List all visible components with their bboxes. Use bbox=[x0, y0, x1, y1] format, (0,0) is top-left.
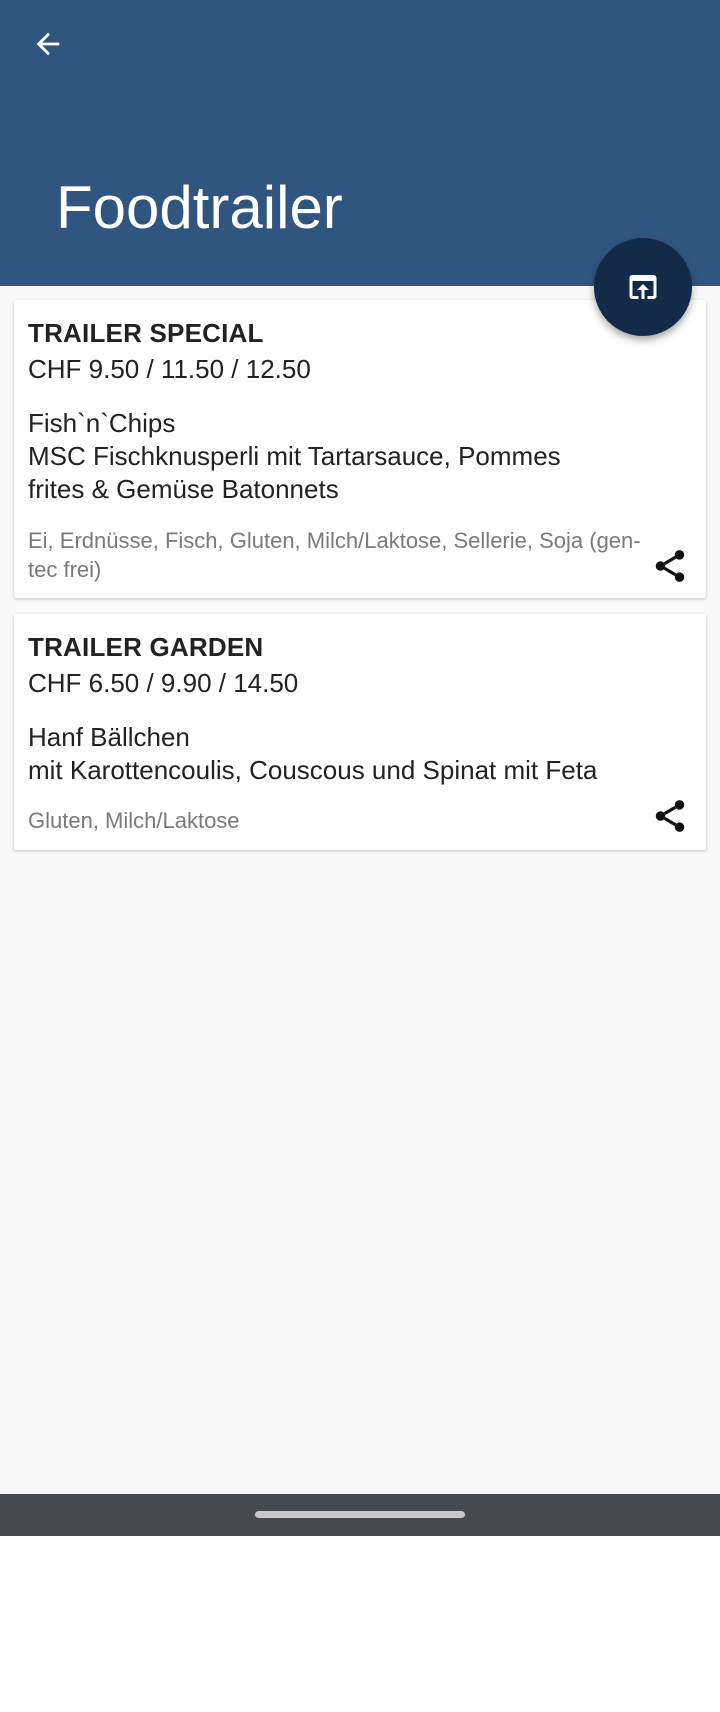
app-content: Foodtrailer TRAILER SPECIAL CHF 9.50 / 1… bbox=[0, 0, 720, 1494]
share-icon bbox=[655, 800, 685, 832]
menu-item-title: TRAILER SPECIAL bbox=[28, 318, 264, 348]
menu-item-description: Fish`n`Chips MSC Fischknusperli mit Tart… bbox=[28, 407, 668, 506]
open-external-button[interactable] bbox=[594, 238, 692, 336]
share-button[interactable] bbox=[648, 794, 692, 838]
app-bar: Foodtrailer bbox=[0, 0, 720, 286]
screen: Foodtrailer TRAILER SPECIAL CHF 9.50 / 1… bbox=[0, 0, 720, 1712]
menu-item-allergens: Ei, Erdnüsse, Fisch, Gluten, Milch/Lakto… bbox=[28, 528, 641, 582]
system-navigation-bar bbox=[0, 1494, 720, 1536]
share-button[interactable] bbox=[648, 544, 692, 588]
arrow-back-icon bbox=[36, 32, 60, 56]
open-in-browser-icon bbox=[629, 275, 657, 299]
menu-item-price: CHF 6.50 / 9.90 / 14.50 bbox=[28, 668, 299, 698]
description-line: mit Karottencoulis, Couscous und Spinat … bbox=[28, 755, 598, 785]
menu-item-price: CHF 9.50 / 11.50 / 12.50 bbox=[28, 354, 311, 384]
home-indicator[interactable] bbox=[255, 1511, 465, 1518]
description-line: MSC Fischknusperli mit Tartarsauce, Pomm… bbox=[28, 441, 561, 471]
description-line: frites & Gemüse Batonnets bbox=[28, 474, 339, 504]
menu-item-title: TRAILER GARDEN bbox=[28, 632, 264, 662]
page-title: Foodtrailer bbox=[56, 174, 343, 241]
description-line: Fish`n`Chips bbox=[28, 408, 176, 438]
back-button[interactable] bbox=[18, 14, 78, 74]
share-icon bbox=[655, 550, 685, 582]
menu-item-description: Hanf Bällchen mit Karottencoulis, Cousco… bbox=[28, 721, 668, 787]
menu-item-allergens: Gluten, Milch/Laktose bbox=[28, 808, 240, 833]
menu-card[interactable]: TRAILER SPECIAL CHF 9.50 / 11.50 / 12.50… bbox=[14, 300, 706, 598]
menu-card[interactable]: TRAILER GARDEN CHF 6.50 / 9.90 / 14.50 H… bbox=[14, 614, 706, 850]
description-line: Hanf Bällchen bbox=[28, 722, 190, 752]
